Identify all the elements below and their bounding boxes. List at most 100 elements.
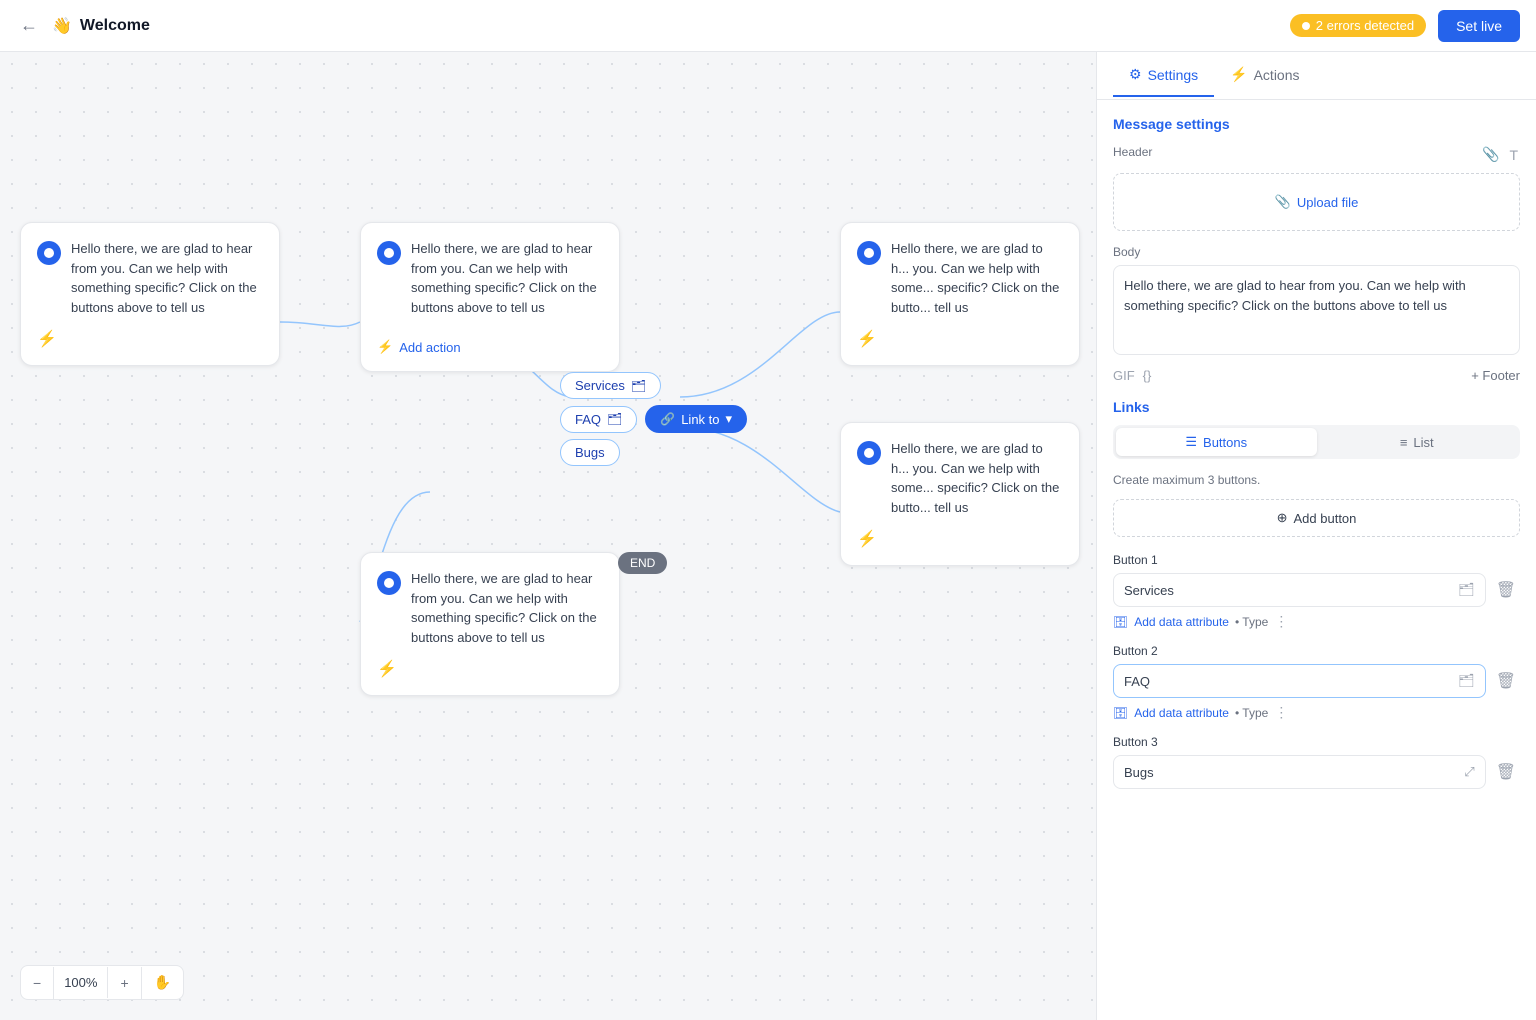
node1-text: Hello there, we are glad to hear from yo… [71, 239, 263, 317]
canvas: Hello there, we are glad to hear from yo… [0, 52, 1096, 1020]
node1-icon [37, 241, 61, 265]
add-button-label: Add button [1294, 511, 1357, 526]
right-panel: ⚙ Settings ⚡ Actions Message settings He… [1096, 52, 1536, 1020]
settings-gear-icon: ⚙ [1129, 66, 1142, 83]
add-button-button[interactable]: ⊕ Add button [1113, 499, 1520, 537]
links-toggle: ☰ Buttons ≡ List [1113, 425, 1520, 459]
upload-area[interactable]: 📎 Upload file [1113, 173, 1520, 231]
button2-db-icon: 🗄 [1113, 706, 1128, 720]
panel-content: Message settings Header 📎 T 📎 Upload fil… [1097, 100, 1536, 1020]
node3-flash-icon: ⚡ [857, 329, 877, 349]
button2-delete-button[interactable]: 🗑 [1492, 667, 1520, 695]
button1-label: Button 1 [1113, 553, 1520, 567]
set-live-button[interactable]: Set live [1438, 10, 1520, 42]
upload-clip-icon: 📎 [1275, 194, 1291, 210]
button3-input[interactable]: Bugs ⤢ [1113, 755, 1486, 789]
body-toolbar: GIF {} + Footer [1113, 368, 1520, 383]
page-title: 👋 Welcome [52, 16, 150, 36]
node4-icon [857, 441, 881, 465]
button2-input-row: FAQ 🗂 🗑 [1113, 664, 1520, 698]
button2-add-data-attr[interactable]: 🗄 Add data attribute • Type ⋮ [1113, 704, 1520, 721]
tab-actions[interactable]: ⚡ Actions [1214, 54, 1315, 97]
node4-flash-icon: ⚡ [857, 529, 877, 549]
add-action-label: Add action [399, 340, 460, 355]
services-chip-text: Services [575, 378, 625, 393]
footer-button[interactable]: + Footer [1471, 368, 1520, 383]
create-max-text: Create maximum 3 buttons. [1113, 473, 1520, 487]
add-button-circle-icon: ⊕ [1277, 510, 1288, 526]
links-title: Links [1113, 399, 1520, 415]
button1-more-icon[interactable]: ⋮ [1274, 613, 1288, 630]
button1-input[interactable]: Services 🗂 [1113, 573, 1486, 607]
zoom-value: 100% [54, 967, 108, 998]
button1-value: Services [1124, 583, 1174, 598]
list-icon: ≡ [1400, 435, 1408, 450]
tab-settings[interactable]: ⚙ Settings [1113, 54, 1214, 97]
zoom-in-button[interactable]: + [108, 967, 141, 999]
errors-count-text: 2 errors detected [1316, 18, 1414, 33]
buttons-list-icon: ☰ [1185, 434, 1197, 450]
node5-icon [377, 571, 401, 595]
node2-text: Hello there, we are glad to hear from yo… [411, 239, 603, 317]
buttons-toggle-label: Buttons [1203, 435, 1247, 450]
button3-section: Button 3 Bugs ⤢ 🗑 [1113, 735, 1520, 789]
code-button[interactable]: {} [1143, 368, 1152, 383]
button1-delete-button[interactable]: 🗑 [1492, 576, 1520, 604]
header-label: Header [1113, 145, 1152, 159]
zoom-out-button[interactable]: − [21, 967, 54, 999]
button2-label: Button 2 [1113, 644, 1520, 658]
button3-label: Button 3 [1113, 735, 1520, 749]
node2-icon [377, 241, 401, 265]
page-emoji: 👋 [52, 16, 72, 36]
services-chip[interactable]: Services 🗂 [560, 372, 661, 399]
node5-flash-icon: ⚡ [377, 659, 397, 679]
button1-section: Button 1 Services 🗂 🗑 🗄 Add data attribu… [1113, 553, 1520, 630]
button2-copy-icon: 🗂 [1458, 673, 1475, 689]
errors-badge: 2 errors detected [1290, 14, 1426, 37]
end-badge: END [618, 552, 667, 574]
chat-node-2: Hello there, we are glad to hear from yo… [360, 222, 620, 372]
faq-chip[interactable]: FAQ 🗂 [560, 406, 637, 433]
actions-flash-icon: ⚡ [1230, 66, 1247, 83]
bugs-chip[interactable]: Bugs [560, 439, 620, 466]
back-button[interactable]: ← [16, 11, 42, 40]
header-text-icon[interactable]: T [1507, 144, 1520, 165]
button1-db-icon: 🗄 [1113, 615, 1128, 629]
button3-value: Bugs [1124, 765, 1154, 780]
buttons-toggle[interactable]: ☰ Buttons [1116, 428, 1317, 456]
add-action-button[interactable]: ⚡ Add action [377, 339, 461, 355]
list-toggle-label: List [1413, 435, 1433, 450]
canvas-chips: Services 🗂 FAQ 🗂 🔗 Link to ▾ Bugs [560, 372, 747, 466]
button2-add-data-attr-label: Add data attribute [1134, 706, 1229, 720]
bugs-chip-text: Bugs [575, 445, 605, 460]
upload-file-label: Upload file [1297, 195, 1358, 210]
link-to-chevron-icon: ▾ [726, 411, 733, 427]
panel-tabs: ⚙ Settings ⚡ Actions [1097, 52, 1536, 100]
button1-add-data-attr[interactable]: 🗄 Add data attribute • Type ⋮ [1113, 613, 1520, 630]
button2-type-label: • Type [1235, 706, 1268, 720]
link-to-chip[interactable]: 🔗 Link to ▾ [645, 405, 747, 433]
chat-node-5: Hello there, we are glad to hear from yo… [360, 552, 620, 696]
button2-more-icon[interactable]: ⋮ [1274, 704, 1288, 721]
button1-input-row: Services 🗂 🗑 [1113, 573, 1520, 607]
header-clip-icon[interactable]: 📎 [1480, 144, 1501, 165]
gif-button[interactable]: GIF [1113, 368, 1135, 383]
hand-tool-button[interactable]: ✋ [142, 966, 183, 999]
header-icons: 📎 T [1480, 144, 1520, 165]
chat-node-1: Hello there, we are glad to hear from yo… [20, 222, 280, 366]
button3-delete-button[interactable]: 🗑 [1492, 758, 1520, 786]
button3-expand-icon: ⤢ [1464, 764, 1474, 780]
zoom-controls: − 100% + ✋ [20, 965, 184, 1000]
link-to-text: Link to [681, 412, 719, 427]
settings-tab-label: Settings [1148, 67, 1199, 83]
button2-value: FAQ [1124, 674, 1150, 689]
faq-chip-icon: 🗂 [607, 412, 622, 426]
topbar-left: ← 👋 Welcome [16, 11, 150, 40]
faq-chip-text: FAQ [575, 412, 601, 427]
button2-input[interactable]: FAQ 🗂 [1113, 664, 1486, 698]
topbar-right: 2 errors detected Set live [1290, 10, 1520, 42]
node4-text: Hello there, we are glad to h... you. Ca… [891, 439, 1063, 517]
body-textarea[interactable]: Hello there, we are glad to hear from yo… [1113, 265, 1520, 355]
list-toggle[interactable]: ≡ List [1317, 428, 1518, 456]
node3-text: Hello there, we are glad to h... you. Ca… [891, 239, 1063, 317]
